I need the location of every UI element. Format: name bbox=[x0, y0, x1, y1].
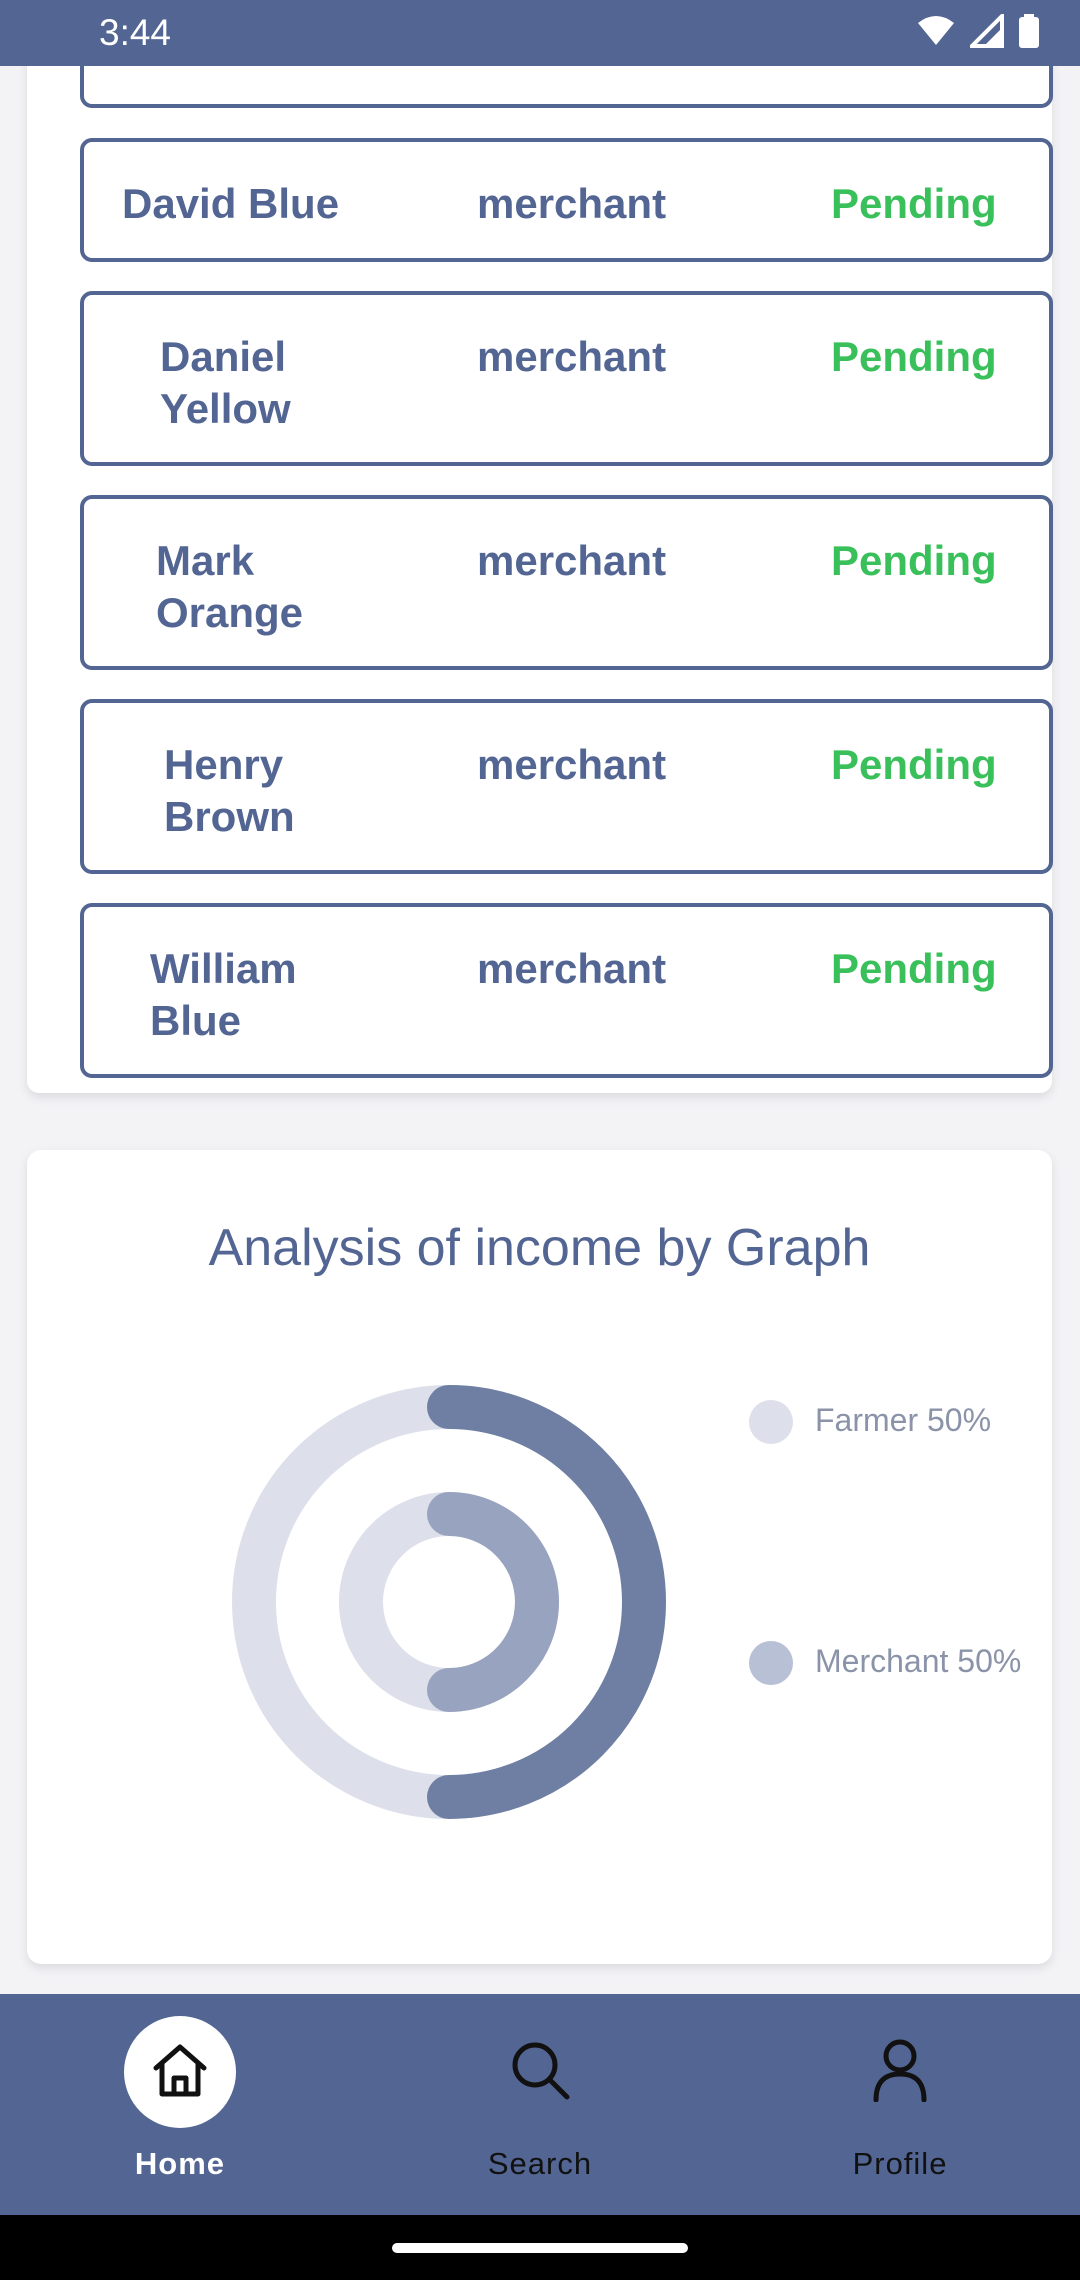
status-badge: Pending bbox=[831, 333, 997, 380]
nav-home-icon-wrap[interactable] bbox=[124, 2016, 236, 2128]
app-screen: 3:44 David Blue merchant Pending Daniel … bbox=[0, 0, 1080, 2280]
row-name: William Blue bbox=[150, 945, 297, 1044]
status-badge: Pending bbox=[831, 180, 997, 227]
status-time: 3:44 bbox=[99, 12, 172, 53]
legend-label-farmer: Farmer 50% bbox=[815, 1402, 992, 1438]
row-name: Daniel Yellow bbox=[160, 333, 291, 432]
status-icons bbox=[916, 10, 1040, 53]
nav-search-icon-wrap[interactable] bbox=[484, 2016, 596, 2128]
row-name: Mark Orange bbox=[156, 537, 304, 636]
home-icon bbox=[150, 2040, 210, 2105]
row-name: Henry Brown bbox=[164, 741, 295, 840]
legend-label-merchant: Merchant 50% bbox=[815, 1643, 1022, 1679]
bottom-navigation: Home Search Profile bbox=[0, 1994, 1080, 2215]
status-badge: Pending bbox=[831, 945, 997, 992]
list-item[interactable]: David Blue merchant Pending bbox=[80, 138, 1053, 262]
wifi-icon bbox=[916, 15, 956, 52]
legend-swatch-merchant bbox=[749, 1641, 793, 1685]
signal-icon bbox=[967, 10, 1004, 53]
battery-icon bbox=[1018, 13, 1040, 53]
row-role: merchant bbox=[477, 180, 667, 227]
nav-home[interactable]: Home bbox=[60, 1994, 300, 2215]
system-navigation-bar bbox=[0, 2215, 1080, 2280]
row-role: merchant bbox=[477, 741, 667, 788]
nav-search-label: Search bbox=[487, 2146, 593, 2181]
inner-ring-segment bbox=[427, 1492, 559, 1712]
nav-profile-icon-wrap[interactable] bbox=[844, 2016, 956, 2128]
list-item[interactable]: Henry Brown merchant Pending bbox=[80, 699, 1053, 874]
graph-title: Analysis of income by Graph bbox=[208, 1219, 871, 1277]
nav-home-label: Home bbox=[134, 2146, 226, 2181]
legend-item-farmer: Farmer 50% bbox=[749, 1396, 1019, 1446]
income-donut-chart bbox=[232, 1385, 666, 1819]
user-list-card: David Blue merchant Pending Daniel Yello… bbox=[27, 0, 1053, 1093]
gesture-handle[interactable] bbox=[392, 2243, 688, 2253]
list-item[interactable]: William Blue merchant Pending bbox=[80, 903, 1053, 1078]
income-graph-card: Analysis of income by Graph Farmer 50% M… bbox=[27, 1150, 1052, 1964]
status-badge: Pending bbox=[831, 537, 997, 584]
legend-swatch-farmer bbox=[749, 1400, 793, 1444]
search-icon bbox=[509, 2039, 571, 2106]
list-item[interactable]: Mark Orange merchant Pending bbox=[80, 495, 1053, 670]
row-name: David Blue bbox=[122, 180, 340, 227]
status-bar: 3:44 bbox=[0, 0, 1080, 66]
nav-profile[interactable]: Profile bbox=[780, 1994, 1020, 2215]
profile-icon bbox=[870, 2038, 930, 2107]
nav-profile-label: Profile bbox=[852, 2146, 948, 2181]
row-role: merchant bbox=[477, 333, 667, 380]
legend-item-merchant: Merchant 50% bbox=[749, 1637, 1024, 1687]
row-role: merchant bbox=[477, 945, 667, 992]
nav-search[interactable]: Search bbox=[420, 1994, 660, 2215]
status-badge: Pending bbox=[831, 741, 997, 788]
list-item[interactable]: Daniel Yellow merchant Pending bbox=[80, 291, 1053, 466]
row-role: merchant bbox=[477, 537, 667, 584]
